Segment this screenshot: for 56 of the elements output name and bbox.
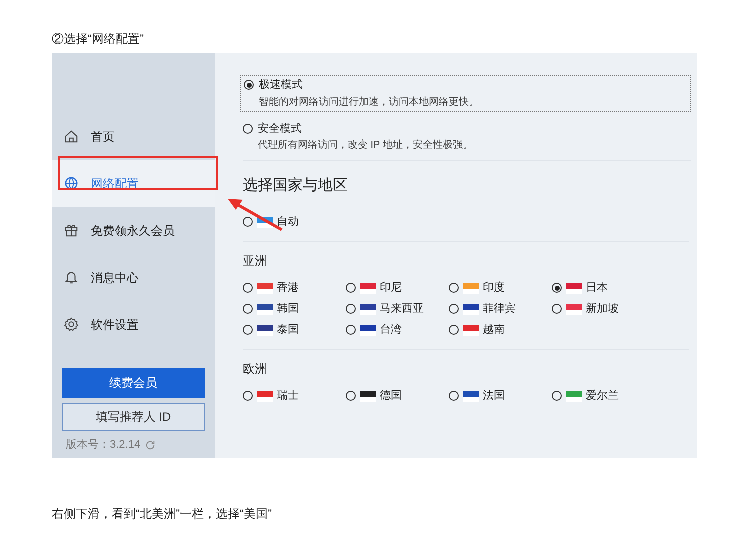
bell-icon	[64, 270, 79, 285]
country-option[interactable]: 印尼	[346, 278, 449, 298]
radio-button[interactable]	[243, 283, 253, 293]
radio-button[interactable]	[243, 304, 253, 314]
group-heading: 亚洲	[243, 252, 268, 270]
country-option[interactable]: 新加坡	[552, 298, 655, 320]
mode-title: 极速模式	[259, 78, 303, 93]
radio-button[interactable]	[243, 325, 253, 335]
home-icon	[64, 129, 79, 144]
radio-button[interactable]	[449, 283, 459, 293]
country-option[interactable]: 法国	[449, 386, 552, 406]
country-option[interactable]: 韩国	[243, 298, 346, 320]
radio-button[interactable]	[346, 391, 356, 401]
country-option[interactable]: 自动	[243, 212, 691, 232]
radio-button[interactable]	[449, 325, 459, 335]
referrer-button[interactable]: 填写推荐人 ID	[62, 403, 205, 431]
country-option[interactable]: 台湾	[346, 320, 449, 340]
mode-description: 智能的对网络访问进行加速，访问本地网络更快。	[258, 96, 480, 110]
region-heading: 选择国家与地区	[243, 176, 349, 196]
group-heading: 欧洲	[243, 360, 268, 378]
sidebar-item[interactable]: 软件设置	[52, 301, 215, 348]
renew-button[interactable]: 续费会员	[62, 368, 205, 398]
country-option[interactable]: 马来西亚	[346, 298, 449, 320]
radio-button[interactable]	[346, 325, 356, 335]
radio-button[interactable]	[244, 80, 254, 90]
radio-button[interactable]	[552, 283, 562, 293]
refresh-icon[interactable]	[144, 440, 156, 450]
mode-description: 代理所有网络访问，改变 IP 地址，安全性极强。	[257, 138, 474, 153]
radio-button[interactable]	[449, 304, 459, 314]
radio-button[interactable]	[552, 304, 562, 314]
sidebar-item[interactable]: 首页	[52, 113, 215, 160]
country-option[interactable]: 德国	[346, 386, 449, 406]
radio-button[interactable]	[243, 391, 253, 401]
country-option[interactable]: 越南	[449, 320, 552, 340]
globe-icon	[64, 176, 79, 191]
intro-text: ②选择“网络配置”	[52, 31, 145, 48]
country-option[interactable]: 日本	[552, 278, 655, 298]
radio-button[interactable]	[449, 391, 459, 401]
country-option[interactable]: 香港	[243, 278, 346, 298]
settings-icon	[64, 317, 79, 332]
country-option[interactable]: 印度	[449, 278, 552, 298]
radio-button[interactable]	[243, 124, 253, 134]
radio-button[interactable]	[552, 391, 562, 401]
sidebar-item[interactable]: 消息中心	[52, 254, 215, 301]
country-option[interactable]: 爱尔兰	[552, 386, 655, 406]
gift-icon	[64, 223, 79, 238]
radio-button[interactable]	[243, 217, 253, 227]
country-option[interactable]: 瑞士	[243, 386, 346, 406]
mode-title: 安全模式	[258, 122, 302, 136]
outro-text: 右侧下滑，看到“北美洲”一栏，选择“美国”	[52, 506, 273, 523]
country-option[interactable]: 菲律宾	[449, 298, 552, 320]
radio-button[interactable]	[346, 283, 356, 293]
country-option[interactable]: 泰国	[243, 320, 346, 340]
radio-button[interactable]	[346, 304, 356, 314]
sidebar-item[interactable]: 免费领永久会员	[52, 207, 215, 254]
version-text: 版本号：3.2.14	[66, 438, 141, 453]
